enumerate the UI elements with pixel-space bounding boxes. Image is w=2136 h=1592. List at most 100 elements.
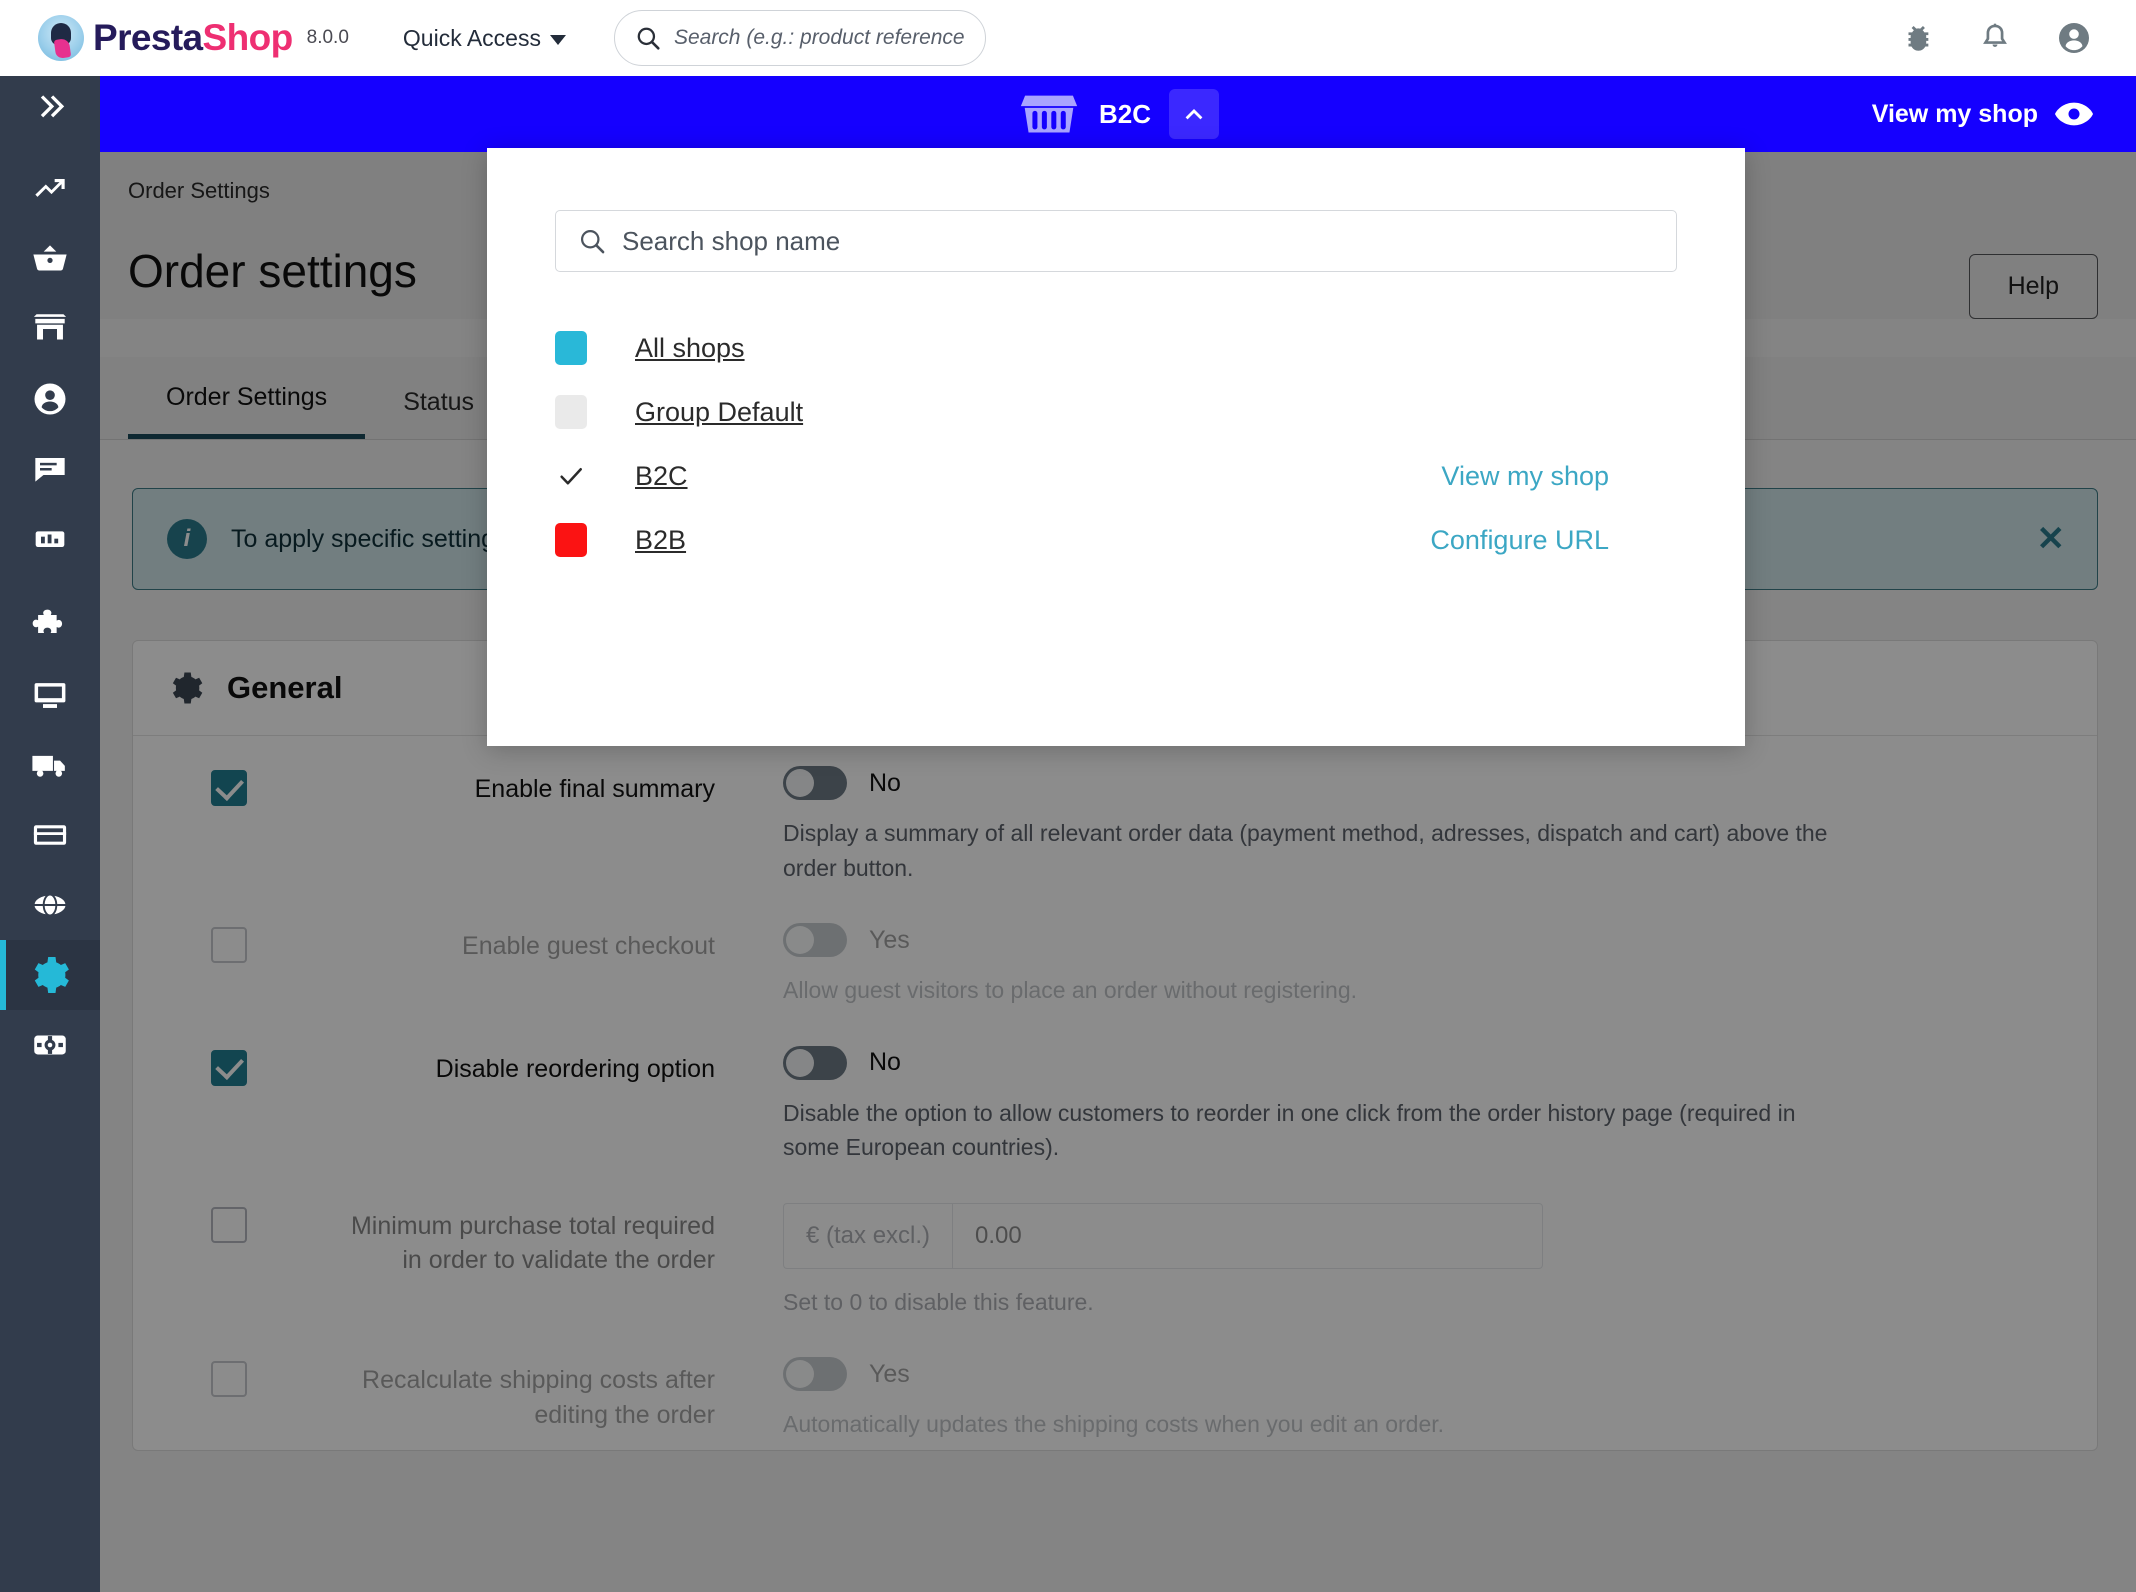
bar-chart-icon [35, 531, 65, 547]
search-icon [637, 27, 660, 50]
checkbox-enable-guest-checkout[interactable] [211, 927, 247, 963]
field-minimum-purchase-total: Minimum purchase total required in order… [133, 1173, 2097, 1328]
credit-card-icon [33, 825, 67, 845]
sidebar-item-orders[interactable] [0, 224, 100, 294]
shopping-basket-icon [33, 245, 67, 271]
sidebar-item-advanced-parameters[interactable] [0, 1010, 100, 1080]
help-enable-final-summary: Display a summary of all relevant order … [783, 820, 1828, 881]
logo-text-presta: Presta [93, 17, 203, 58]
field-enable-final-summary: Enable final summary No Display a summar… [133, 736, 2097, 893]
sidebar-item-payment[interactable] [0, 800, 100, 870]
sidebar-item-stats[interactable] [0, 504, 100, 574]
bug-icon[interactable] [1900, 21, 1934, 55]
bell-icon[interactable] [1978, 21, 2012, 55]
shop-row-group-default[interactable]: Group Default [487, 380, 1745, 444]
field-enable-guest-checkout: Enable guest checkout Yes Allow guest vi… [133, 893, 2097, 1016]
info-icon: i [167, 519, 207, 559]
close-icon[interactable]: ✕ [2037, 522, 2066, 556]
chevron-down-icon [549, 35, 566, 45]
label-enable-final-summary: Enable final summary [474, 775, 715, 803]
truck-icon [32, 755, 65, 777]
eye-icon [2055, 102, 2093, 126]
sidebar-item-shop-parameters[interactable] [0, 940, 100, 1010]
shop-list: All shops Group Default B2C View my shop [487, 316, 1745, 572]
shop-context-bar: B2C View my shop [100, 76, 2136, 152]
minimum-purchase-total-group: € (tax excl.) [783, 1202, 1543, 1269]
prestashop-logo-mark [38, 15, 84, 61]
search-icon [580, 229, 605, 254]
logo-text-shop: Shop [202, 17, 294, 58]
shop-row-b2b[interactable]: B2B Configure URL [487, 508, 1745, 572]
toggle-recalculate-shipping-costs[interactable] [783, 1357, 847, 1391]
help-recalculate-shipping-costs: Automatically updates the shipping costs… [783, 1411, 1445, 1437]
account-icon[interactable] [2056, 20, 2092, 56]
general-card-title: General [227, 670, 343, 705]
general-settings-card: General Enable final summary No Display … [132, 640, 2098, 1451]
sidebar-item-expand-menu[interactable] [0, 76, 100, 138]
quick-access-label: Quick Access [402, 24, 541, 51]
puzzle-icon [32, 609, 63, 634]
shop-search[interactable] [555, 210, 1677, 272]
prestashop-logo[interactable]: PrestaShop 8.0.0 [38, 15, 349, 61]
sidebar-item-dashboard[interactable] [0, 154, 100, 224]
label-recalculate-shipping-costs: Recalculate shipping costs after editing… [362, 1366, 715, 1429]
shop-action-view-my-shop[interactable]: View my shop [1441, 461, 1609, 492]
toggle-disable-reordering-option[interactable] [783, 1045, 847, 1080]
person-circle-icon [34, 383, 66, 415]
shop-name-b2b[interactable]: B2B [635, 525, 686, 556]
toggle-value-disable-reordering-option: No [869, 1048, 901, 1076]
gear-icon [34, 957, 69, 993]
shop-awning-icon [1020, 95, 1078, 133]
checkbox-minimum-purchase-total[interactable] [211, 1206, 247, 1243]
gear-icon [172, 672, 203, 704]
field-disable-reordering-option: Disable reordering option No Disable the… [133, 1016, 2097, 1173]
checkbox-recalculate-shipping-costs[interactable] [211, 1361, 247, 1397]
prestashop-wordmark: PrestaShop [93, 17, 293, 59]
currency-prefix: € (tax excl.) [783, 1202, 953, 1269]
shop-search-input[interactable] [622, 225, 1654, 257]
search-input[interactable] [673, 26, 965, 50]
shop-selector[interactable]: B2C [1017, 87, 1219, 141]
sidebar-nav [0, 76, 100, 1592]
label-disable-reordering-option: Disable reordering option [435, 1054, 715, 1083]
trending-up-icon [35, 179, 65, 197]
toggle-enable-final-summary[interactable] [783, 766, 847, 800]
sidebar-item-international[interactable] [0, 870, 100, 940]
view-my-shop-link[interactable]: View my shop [1872, 100, 2094, 129]
help-button[interactable]: Help [1968, 254, 2098, 319]
checkbox-enable-final-summary[interactable] [211, 770, 247, 806]
sidebar-item-catalog[interactable] [0, 294, 100, 364]
toggle-value-recalculate-shipping-costs: Yes [869, 1359, 910, 1388]
help-disable-reordering-option: Disable the option to allow customers to… [783, 1099, 1796, 1161]
quick-access-menu[interactable]: Quick Access [403, 25, 566, 52]
globe-icon [32, 893, 68, 917]
sidebar-item-shipping[interactable] [0, 730, 100, 800]
help-enable-guest-checkout: Allow guest visitors to place an order w… [783, 977, 1358, 1003]
view-my-shop-label: View my shop [1871, 99, 2038, 128]
checkbox-disable-reordering-option[interactable] [211, 1049, 247, 1086]
shop-name-b2c[interactable]: B2C [635, 461, 688, 492]
shop-name-group-default[interactable]: Group Default [635, 397, 803, 428]
store-icon [33, 314, 67, 340]
shop-selector-panel: All shops Group Default B2C View my shop [487, 148, 1745, 746]
shop-action-configure-url[interactable]: Configure URL [1430, 525, 1609, 556]
sidebar-item-design[interactable] [0, 660, 100, 730]
color-swatch-icon [555, 395, 587, 429]
tab-order-settings[interactable]: Order Settings [128, 357, 366, 439]
gear-box-icon [34, 1035, 66, 1055]
sidebar-item-customer-service[interactable] [0, 434, 100, 504]
shop-selector-toggle[interactable] [1169, 89, 1219, 139]
field-recalculate-shipping-costs: Recalculate shipping costs after editing… [133, 1327, 2097, 1450]
toggle-value-enable-final-summary: No [869, 768, 901, 797]
sidebar-item-customers[interactable] [0, 364, 100, 434]
top-header: PrestaShop 8.0.0 Quick Access [0, 0, 2136, 76]
minimum-purchase-total-input[interactable] [952, 1202, 1543, 1269]
toggle-enable-guest-checkout[interactable] [783, 923, 847, 957]
sidebar-item-modules[interactable] [0, 590, 100, 660]
shop-row-all-shops[interactable]: All shops [487, 316, 1745, 380]
shop-row-b2c[interactable]: B2C View my shop [487, 444, 1745, 508]
global-search[interactable] [613, 10, 986, 66]
chevron-up-icon [1185, 108, 1203, 120]
shop-name-all-shops[interactable]: All shops [635, 333, 745, 364]
label-enable-guest-checkout: Enable guest checkout [462, 932, 715, 960]
